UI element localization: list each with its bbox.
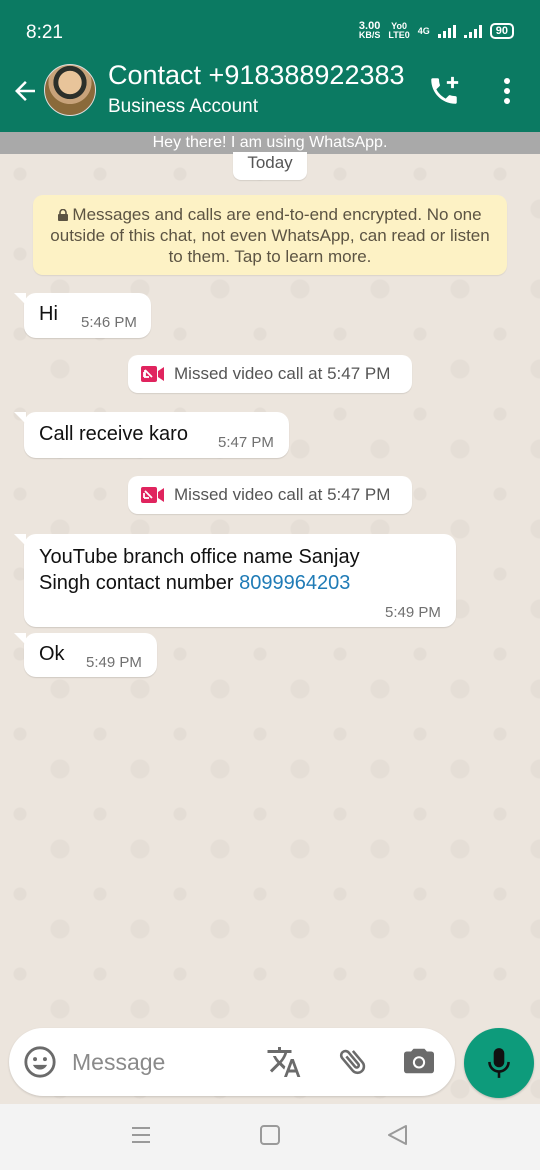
message-time: 5:49 PM bbox=[86, 654, 142, 671]
recents-button[interactable] bbox=[130, 1124, 152, 1151]
back-arrow-icon[interactable] bbox=[10, 76, 40, 106]
contact-about: Hey there! I am using WhatsApp. bbox=[0, 132, 540, 154]
emoji-icon[interactable] bbox=[23, 1045, 57, 1079]
battery-icon: 90 bbox=[489, 23, 514, 39]
back-triangle-icon bbox=[388, 1125, 407, 1145]
missed-call-notice[interactable]: Missed video call at 5:47 PM bbox=[128, 355, 412, 393]
chat-area[interactable]: Today Messages and calls are end-to-end … bbox=[0, 152, 540, 1104]
message-text: Ok bbox=[39, 643, 65, 665]
message-time: 5:47 PM bbox=[218, 434, 274, 451]
phone-number-link[interactable]: 8099964203 bbox=[239, 572, 350, 594]
network-type: 4G bbox=[417, 25, 430, 36]
signal-icon-2 bbox=[463, 24, 482, 38]
message-line-1: YouTube branch office name Sanjay bbox=[39, 546, 360, 568]
missed-call-text: Missed video call at 5:47 PM bbox=[174, 485, 391, 504]
home-icon bbox=[260, 1125, 280, 1145]
message-line-2: Singh contact number bbox=[39, 572, 240, 594]
contact-name[interactable]: Contact +918388922383 bbox=[108, 60, 405, 91]
contact-subtitle[interactable]: Business Account bbox=[108, 96, 258, 118]
menu-icon bbox=[132, 1127, 150, 1143]
message-composer bbox=[9, 1028, 455, 1096]
network-speed: 3.00 KB/S bbox=[358, 21, 381, 40]
date-chip: Today bbox=[233, 152, 307, 180]
home-button[interactable] bbox=[259, 1124, 281, 1151]
signal-icon bbox=[437, 24, 456, 38]
volte-indicator: Yo0 LTE0 bbox=[388, 22, 409, 40]
message-text: Call receive karo bbox=[39, 423, 188, 445]
paperclip-icon[interactable] bbox=[336, 1044, 370, 1078]
phone-plus-icon[interactable] bbox=[427, 74, 461, 108]
missed-call-notice[interactable]: Missed video call at 5:47 PM bbox=[128, 476, 412, 514]
missed-call-text: Missed video call at 5:47 PM bbox=[174, 364, 391, 383]
message-text: Hi bbox=[39, 303, 58, 325]
missed-video-call-icon bbox=[141, 366, 164, 382]
message-time: 5:46 PM bbox=[81, 314, 137, 331]
missed-video-call-icon bbox=[141, 487, 164, 503]
status-icons: 3.00 KB/S Yo0 LTE0 4G 90 bbox=[358, 21, 514, 40]
message-bubble[interactable]: Hi 5:46 PM bbox=[14, 293, 151, 338]
encryption-text: Messages and calls are end-to-end encryp… bbox=[50, 205, 490, 266]
chat-header: Contact +918388922383 Business Account bbox=[0, 60, 540, 132]
avatar[interactable] bbox=[44, 64, 96, 116]
message-bubble[interactable]: Call receive karo 5:47 PM bbox=[14, 412, 289, 458]
encryption-notice[interactable]: Messages and calls are end-to-end encryp… bbox=[33, 195, 507, 275]
back-button[interactable] bbox=[386, 1124, 410, 1151]
more-vert-icon[interactable] bbox=[497, 76, 517, 106]
lock-icon bbox=[58, 209, 69, 221]
message-bubble[interactable]: YouTube branch office name Sanjay Singh … bbox=[14, 534, 456, 627]
camera-icon[interactable] bbox=[402, 1046, 436, 1076]
volte-bottom: LTE0 bbox=[388, 30, 410, 40]
mic-icon bbox=[488, 1048, 510, 1078]
status-bar: 8:21 3.00 KB/S Yo0 LTE0 4G 90 bbox=[0, 0, 540, 60]
message-time: 5:49 PM bbox=[385, 604, 441, 621]
message-input[interactable] bbox=[72, 1046, 252, 1078]
message-text: YouTube branch office name Sanjay Singh … bbox=[39, 544, 360, 596]
translate-icon[interactable] bbox=[266, 1044, 302, 1080]
status-time: 8:21 bbox=[26, 22, 63, 43]
system-nav-bar bbox=[0, 1104, 540, 1170]
network-speed-unit: KB/S bbox=[358, 30, 381, 40]
voice-record-button[interactable] bbox=[464, 1028, 534, 1098]
message-bubble[interactable]: Ok 5:49 PM bbox=[14, 633, 157, 677]
